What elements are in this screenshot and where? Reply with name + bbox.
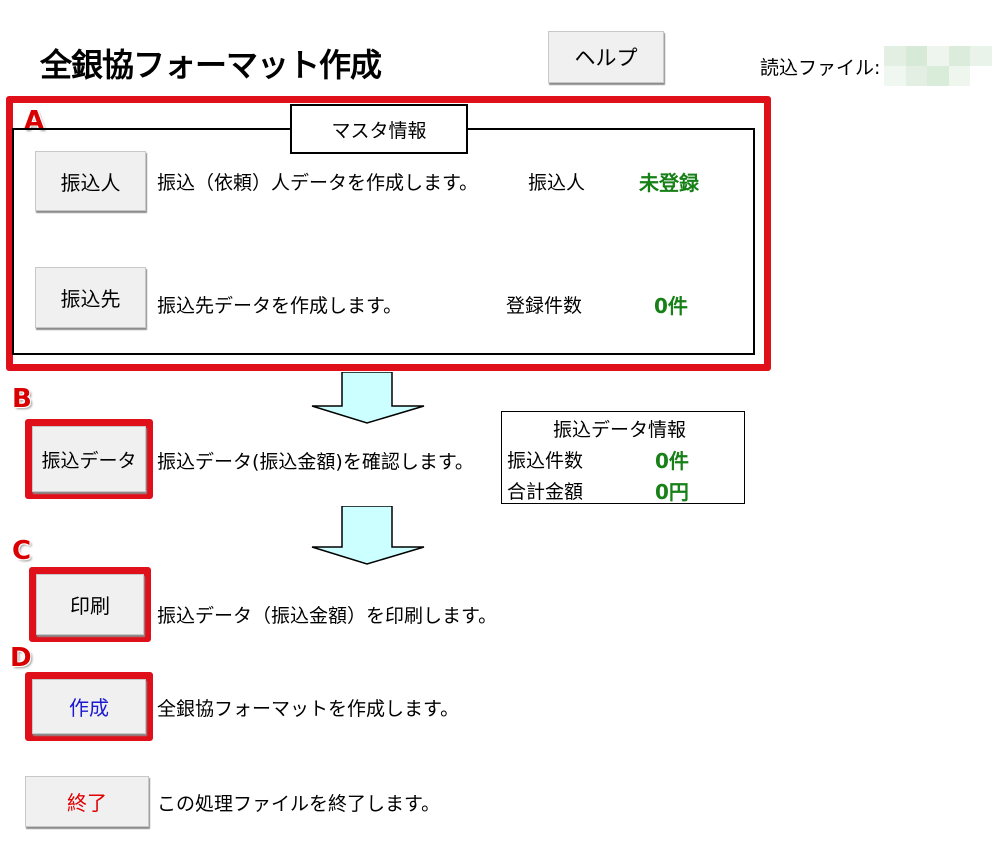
payee-status-label: 登録件数 [506, 295, 583, 317]
payee-description: 振込先データを作成します。 [157, 295, 403, 317]
transfer-data-button[interactable]: 振込データ [32, 426, 146, 492]
badge-d: D [10, 643, 32, 673]
transfer-info-title: 振込データ情報 [553, 419, 687, 441]
badge-c: C [12, 536, 32, 566]
badge-b: B [12, 384, 32, 414]
transfer-total-value: 0円 [655, 480, 689, 504]
payer-button[interactable]: 振込人 [35, 151, 146, 211]
create-description: 全銀協フォーマットを作成します。 [157, 698, 460, 720]
transfer-count-label: 振込件数 [507, 450, 584, 472]
payer-description: 振込（依頼）人データを作成します。 [157, 172, 479, 194]
master-legend: マスタ情報 [290, 104, 468, 154]
print-button[interactable]: 印刷 [36, 574, 144, 635]
blurred-filename [884, 46, 992, 86]
print-description: 振込データ（振込金額）を印刷します。 [157, 605, 498, 627]
page-title: 全銀協フォーマット作成 [40, 46, 382, 84]
down-arrow-icon [311, 372, 425, 424]
down-arrow-icon [311, 506, 425, 565]
exit-button[interactable]: 終了 [25, 776, 149, 827]
transfer-description: 振込データ(振込金額)を確認します。 [157, 451, 474, 473]
payer-status-value: 未登録 [639, 171, 699, 195]
exit-description: この処理ファイルを終了します。 [157, 793, 441, 815]
payee-status-value: 0件 [654, 294, 688, 318]
create-button[interactable]: 作成 [32, 679, 146, 734]
payee-button[interactable]: 振込先 [35, 267, 146, 328]
file-label: 読込ファイル: [760, 57, 881, 79]
transfer-total-label: 合計金額 [507, 481, 584, 503]
transfer-count-value: 0件 [655, 449, 689, 473]
payer-status-label: 振込人 [528, 172, 586, 194]
help-button[interactable]: ヘルプ [548, 31, 664, 83]
